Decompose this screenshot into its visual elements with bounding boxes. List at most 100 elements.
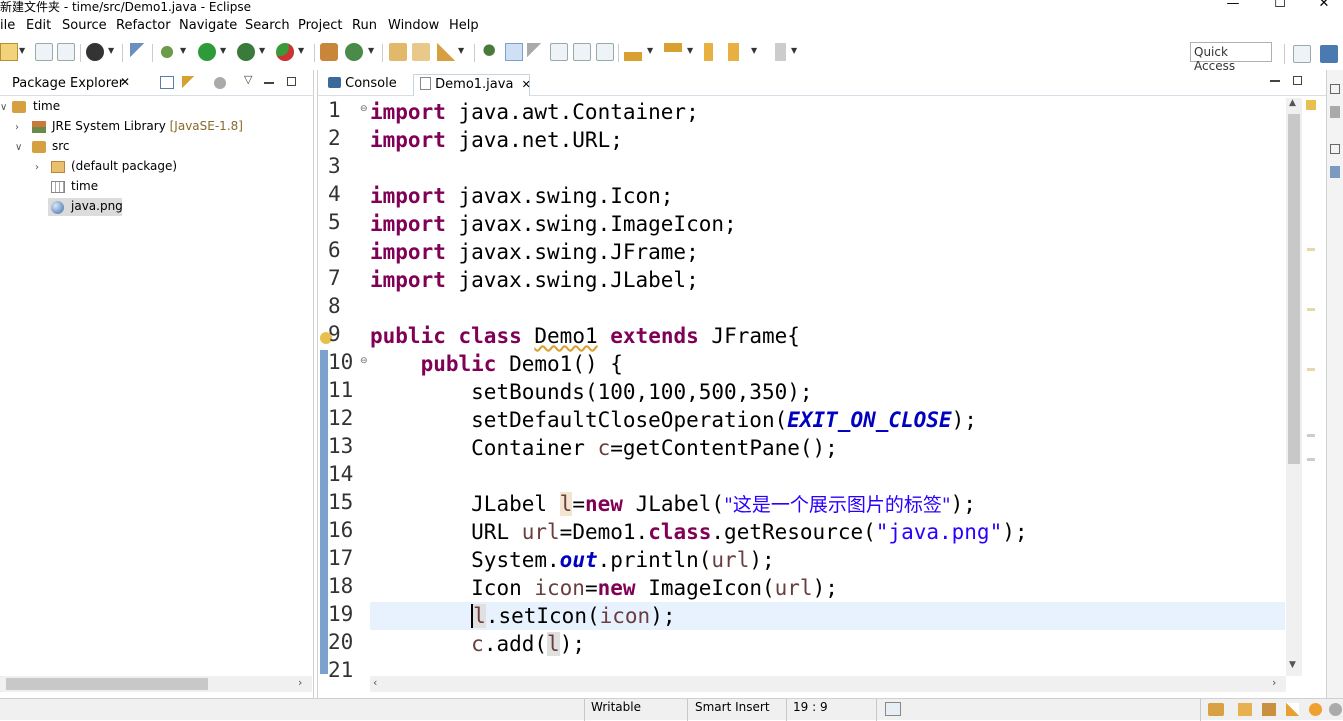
tree-item-project[interactable]: time [33, 99, 60, 113]
close-icon[interactable]: ✕ [522, 78, 531, 91]
chevron-down-icon[interactable]: ▼ [647, 46, 653, 55]
fold-icon[interactable]: ⊖ [360, 104, 368, 114]
new-java-project-icon[interactable] [320, 43, 338, 61]
chevron-down-icon[interactable]: ▼ [687, 46, 693, 55]
tab-console[interactable]: Console [322, 74, 403, 96]
chevron-right-icon[interactable]: › [35, 162, 39, 173]
chevron-down-icon[interactable]: ▼ [458, 46, 464, 55]
debug-icon[interactable] [158, 43, 176, 61]
show-whitespace-icon[interactable] [550, 43, 568, 61]
new-class-icon[interactable] [345, 43, 363, 61]
tab-demo1-java[interactable]: Demo1.java ✕ [413, 74, 531, 96]
hat-icon[interactable] [1262, 703, 1276, 716]
forward-icon[interactable] [768, 43, 786, 61]
outline-icon[interactable] [1330, 106, 1340, 118]
menu-file[interactable]: ile [0, 18, 15, 33]
overview-ruler[interactable] [1304, 98, 1318, 676]
menu-edit[interactable]: Edit [26, 18, 51, 33]
menu-help[interactable]: Help [449, 18, 479, 33]
annotation-marker[interactable] [1307, 308, 1315, 311]
menu-navigate[interactable]: Navigate [179, 18, 237, 33]
collapse-all-icon[interactable] [160, 76, 174, 89]
restore-icon[interactable] [1330, 144, 1340, 154]
chevron-down-icon[interactable]: ▼ [220, 46, 226, 55]
close-icon[interactable]: ✕ [120, 75, 130, 89]
settings-icon[interactable] [1329, 703, 1342, 716]
maximize-editor-icon[interactable] [1293, 76, 1302, 85]
paragraph-icon[interactable] [596, 43, 614, 61]
package-explorer-tab[interactable]: Package Explorer ✕ ▽ [0, 70, 314, 96]
chevron-down-icon[interactable]: ▼ [108, 46, 114, 55]
menu-refactor[interactable]: Refactor [116, 18, 171, 33]
tree-item-time-package[interactable]: time [71, 179, 98, 193]
prev-annotation-icon[interactable] [664, 43, 682, 61]
chevron-down-icon[interactable]: ▼ [180, 46, 186, 55]
open-folder-icon[interactable] [412, 43, 430, 61]
external-tools-icon[interactable] [276, 43, 294, 61]
task-list-icon[interactable] [1330, 166, 1340, 178]
save-all-icon[interactable] [57, 43, 75, 61]
search-icon[interactable] [437, 43, 455, 61]
highlight-icon[interactable] [505, 43, 523, 61]
restore-icon[interactable] [1330, 84, 1340, 94]
view-menu-icon[interactable]: ▽ [244, 73, 252, 86]
chevron-right-icon[interactable]: › [298, 676, 302, 689]
horizontal-scrollbar[interactable]: › [0, 676, 312, 692]
status-insert-mode[interactable]: Smart Insert [695, 700, 770, 714]
chevron-down-icon[interactable]: ▼ [19, 46, 25, 55]
run-icon[interactable] [198, 43, 216, 61]
back-icon[interactable] [728, 43, 746, 61]
open-type-icon[interactable] [389, 43, 407, 61]
chevron-down-icon[interactable]: ▼ [368, 46, 374, 55]
link-editor-icon[interactable] [182, 76, 196, 89]
profile-icon[interactable] [86, 43, 104, 61]
annotation-marker[interactable] [1307, 458, 1315, 461]
menu-window[interactable]: Window [388, 18, 439, 33]
menu-search[interactable]: Search [245, 18, 290, 33]
chevron-down-icon[interactable]: ∨ [0, 102, 7, 113]
menu-source[interactable]: Source [62, 18, 107, 33]
word-wrap-icon[interactable] [573, 43, 591, 61]
horizontal-scrollbar[interactable]: ‹ › [370, 676, 1286, 692]
vertical-scrollbar[interactable]: ▲ ▼ [1286, 98, 1302, 676]
maximize-view-icon[interactable] [287, 77, 296, 86]
new-icon[interactable] [0, 43, 18, 61]
chevron-down-icon[interactable]: ▼ [298, 46, 304, 55]
annotation-marker[interactable] [1307, 248, 1315, 251]
close-window-button[interactable]: ✕ [1304, 0, 1343, 14]
block-selection-icon[interactable] [527, 43, 545, 61]
save-icon[interactable] [35, 43, 53, 61]
last-edit-icon[interactable] [704, 43, 722, 61]
open-perspective-icon[interactable] [1293, 45, 1311, 63]
chevron-down-icon[interactable]: ▼ [1289, 660, 1296, 670]
minimize-editor-icon[interactable] [1270, 80, 1280, 82]
maximize-button[interactable]: ☐ [1260, 0, 1300, 14]
menu-project[interactable]: Project [298, 18, 342, 33]
chevron-down-icon[interactable]: ▼ [791, 46, 797, 55]
minimize-button[interactable]: — [1213, 0, 1253, 14]
tray-icon[interactable] [1208, 703, 1224, 716]
minimize-view-icon[interactable] [264, 82, 274, 84]
chevron-left-icon[interactable]: ‹ [373, 676, 377, 689]
memory-icon[interactable] [885, 702, 901, 716]
quick-access-input[interactable]: Quick Access [1190, 42, 1272, 73]
chevron-down-icon[interactable]: ▼ [751, 46, 757, 55]
code-editor[interactable]: import java.awt.Container; import java.n… [370, 98, 1288, 676]
chevron-right-icon[interactable]: › [1272, 676, 1276, 689]
focus-icon[interactable] [214, 77, 226, 89]
chevron-down-icon[interactable]: ▼ [259, 46, 265, 55]
fold-icon[interactable]: ⊖ [360, 356, 368, 366]
update-icon[interactable] [1309, 703, 1322, 716]
java-perspective-icon[interactable] [1320, 45, 1338, 63]
tree-item-jre-library[interactable]: JRE System Library [JavaSE-1.8] [52, 119, 243, 133]
menu-run[interactable]: Run [352, 18, 377, 33]
chevron-up-icon[interactable]: ▲ [1289, 98, 1296, 108]
scrollbar-thumb[interactable] [6, 678, 208, 690]
warning-marker[interactable] [1306, 100, 1316, 110]
skip-breakpoints-icon[interactable] [130, 43, 148, 61]
chevron-down-icon[interactable]: ∨ [15, 142, 22, 153]
toggle-mark-occurrences-icon[interactable] [482, 43, 500, 61]
annotation-marker[interactable] [1307, 368, 1315, 371]
next-annotation-icon[interactable] [624, 43, 642, 61]
coverage-icon[interactable] [237, 43, 255, 61]
